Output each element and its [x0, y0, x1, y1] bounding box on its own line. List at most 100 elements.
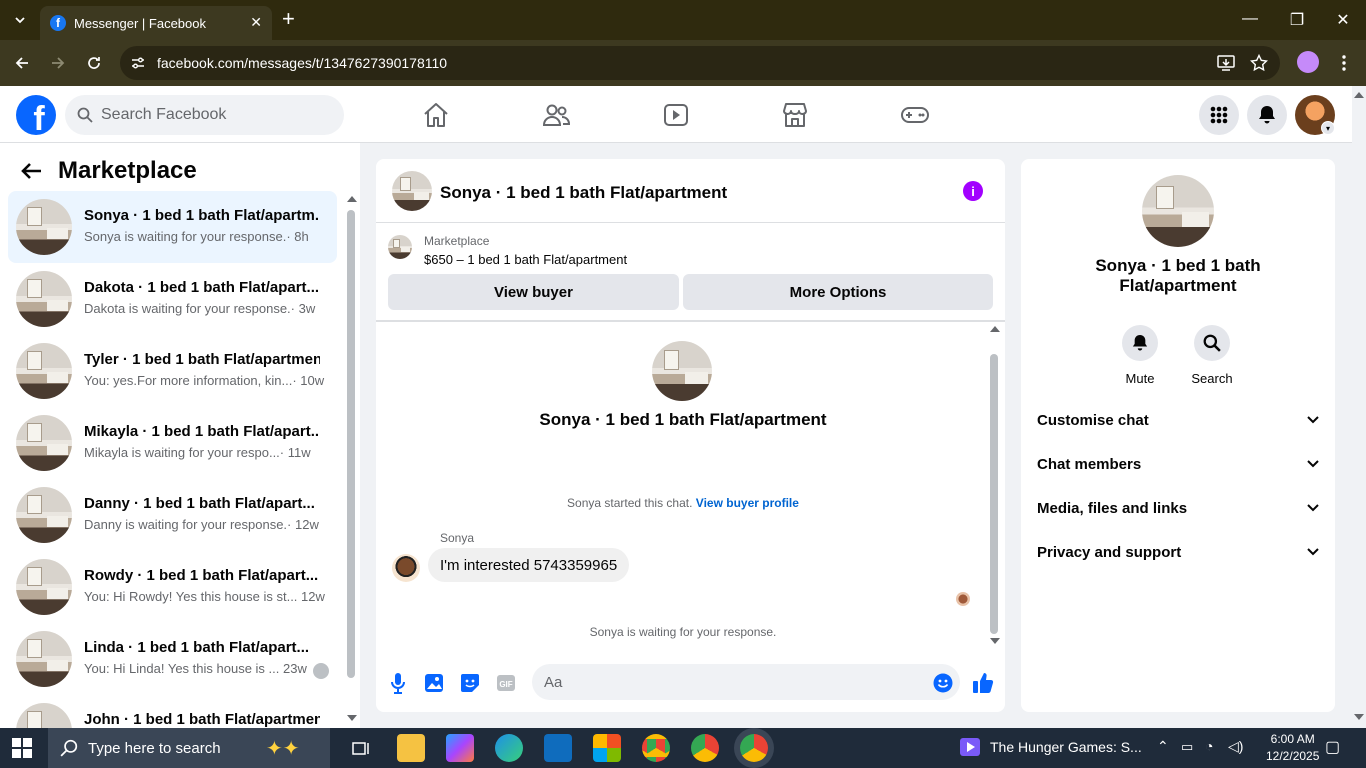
task-view-icon[interactable] [347, 734, 375, 762]
video-icon[interactable] [661, 100, 691, 130]
chat-members-row[interactable]: Chat members [1037, 442, 1319, 486]
marketplace-title: Marketplace [58, 157, 197, 184]
browser-tab[interactable]: f Messenger | Facebook ✕ [40, 6, 272, 40]
mute-button[interactable]: Mute [1110, 325, 1170, 386]
conversation-preview: Mikayla is waiting for your respo... [84, 445, 280, 460]
media-files-links-row[interactable]: Media, files and links [1037, 486, 1319, 530]
back-button[interactable] [11, 52, 33, 74]
facebook-logo-icon[interactable]: f [16, 95, 56, 135]
chat-header: Sonya · 1 bed 1 bath Flat/apartment i [376, 159, 1005, 223]
conversation-item[interactable]: Dakota · 1 bed 1 bath Flat/apart... Dako… [8, 263, 337, 335]
scroll-down-icon[interactable] [1354, 714, 1364, 720]
scroll-down-icon[interactable] [347, 715, 357, 721]
tab-search-button[interactable] [8, 8, 32, 32]
thumbs-up-icon[interactable] [971, 671, 995, 695]
conversation-name: Linda · 1 bed 1 bath Flat/apart... [84, 639, 310, 656]
conversation-item[interactable]: Danny · 1 bed 1 bath Flat/apart... Danny… [8, 479, 337, 551]
menu-grid-button[interactable] [1199, 95, 1239, 135]
conversation-item[interactable]: John · 1 bed 1 bath Flat/apartment [8, 695, 337, 728]
listing-thumbnail [16, 703, 72, 728]
arrow-right-icon [52, 57, 65, 69]
conversation-item[interactable]: Tyler · 1 bed 1 bath Flat/apartment You:… [8, 335, 337, 407]
view-buyer-button[interactable]: View buyer [388, 274, 679, 310]
site-info-icon[interactable] [130, 55, 146, 71]
edge-icon[interactable] [495, 734, 523, 762]
reload-button[interactable] [83, 52, 105, 74]
facebook-favicon-icon: f [50, 15, 66, 31]
info-avatar[interactable] [1142, 175, 1214, 247]
tray-chevron-icon[interactable]: ⌃ [1157, 738, 1169, 755]
scroll-up-icon[interactable] [990, 326, 1000, 332]
outlook-icon[interactable] [544, 734, 572, 762]
scroll-down-icon[interactable] [990, 638, 1000, 644]
gif-icon[interactable]: GIF [494, 671, 518, 695]
sticker-icon[interactable] [458, 671, 482, 695]
taskbar-clock[interactable]: 6:00 AM 12/2/2025 [1266, 731, 1319, 765]
conversation-item[interactable]: Rowdy · 1 bed 1 bath Flat/apart... You: … [8, 551, 337, 623]
conversation-preview: You: Hi Linda! Yes this house is ... [84, 661, 280, 676]
close-window-button[interactable]: ✕ [1333, 10, 1353, 30]
media-player-item[interactable]: The Hunger Games: S... [960, 738, 1142, 756]
marketplace-icon[interactable] [780, 100, 810, 130]
conversation-name: Rowdy · 1 bed 1 bath Flat/apart... [84, 567, 319, 584]
conversation-item[interactable]: Linda · 1 bed 1 bath Flat/apart... You: … [8, 623, 337, 695]
friends-icon[interactable] [541, 100, 571, 130]
page-scrollbar[interactable] [1352, 86, 1366, 728]
wifi-icon[interactable]: ◔ [1205, 738, 1213, 754]
copilot-sparkle-icon[interactable]: ✦✦ [266, 736, 300, 761]
volume-icon[interactable]: ◁) [1228, 738, 1243, 755]
chat-title[interactable]: Sonya · 1 bed 1 bath Flat/apartment [440, 183, 727, 203]
browser-profile-icon[interactable] [1297, 51, 1319, 73]
photo-icon[interactable] [422, 671, 446, 695]
info-icon[interactable]: i [963, 181, 983, 201]
chat-avatar[interactable] [392, 171, 432, 211]
forward-button[interactable] [47, 52, 69, 74]
customise-chat-row[interactable]: Customise chat [1037, 398, 1319, 442]
file-explorer-icon[interactable] [397, 734, 425, 762]
more-options-button[interactable]: More Options [683, 274, 993, 310]
notifications-button[interactable] [1247, 95, 1287, 135]
copilot-app-icon[interactable] [446, 734, 474, 762]
restore-button[interactable]: ❐ [1287, 10, 1307, 30]
message-input[interactable] [532, 664, 960, 700]
account-chevron-icon[interactable]: ▾ [1321, 121, 1335, 135]
close-tab-icon[interactable]: ✕ [250, 14, 262, 31]
bookmark-star-icon[interactable] [1248, 52, 1270, 74]
facebook-search-input[interactable] [101, 106, 321, 124]
new-tab-button[interactable]: + [282, 8, 295, 30]
chrome-icon[interactable] [642, 734, 670, 762]
chat-intro-avatar [652, 341, 712, 401]
facebook-search-box[interactable] [65, 95, 344, 135]
back-arrow-icon[interactable] [20, 162, 42, 180]
conversation-list-scrollbar[interactable] [345, 196, 359, 726]
chrome-profile-icon[interactable] [691, 734, 719, 762]
search-conversation-button[interactable]: Search [1182, 325, 1242, 386]
windows-start-icon[interactable] [12, 738, 32, 758]
microphone-icon[interactable] [386, 671, 410, 695]
emoji-icon[interactable] [931, 671, 955, 695]
message-bubble[interactable]: I'm interested 5743359965 [428, 548, 630, 582]
chat-scrollbar[interactable] [988, 324, 1002, 649]
conversation-item[interactable]: Sonya · 1 bed 1 bath Flat/apartm... Sony… [8, 191, 337, 263]
waiting-note: Sonya is waiting for your response. [589, 625, 777, 639]
privacy-support-row[interactable]: Privacy and support [1037, 530, 1319, 574]
minimize-button[interactable]: — [1240, 10, 1260, 28]
address-bar[interactable]: facebook.com/messages/t/1347627390178110 [120, 46, 1280, 80]
chrome-active-icon[interactable] [740, 734, 768, 762]
gaming-icon[interactable] [900, 100, 930, 130]
store-icon[interactable] [593, 734, 621, 762]
info-name: Sonya · 1 bed 1 bath Flat/apartment [1021, 256, 1335, 296]
home-icon[interactable] [421, 100, 451, 130]
battery-icon[interactable]: ▭ [1181, 739, 1193, 755]
conversation-name: Tyler · 1 bed 1 bath Flat/apartment [84, 351, 320, 368]
view-buyer-profile-link[interactable]: View buyer profile [696, 496, 799, 510]
notification-center-icon[interactable]: ▢ [1325, 737, 1340, 757]
scroll-up-icon[interactable] [347, 196, 357, 202]
taskbar-search[interactable]: Type here to search ✦✦ [48, 728, 330, 768]
conversation-item[interactable]: Mikayla · 1 bed 1 bath Flat/apart... Mik… [8, 407, 337, 479]
scroll-up-icon[interactable] [1354, 92, 1364, 98]
install-app-icon[interactable] [1215, 52, 1237, 74]
browser-menu-icon[interactable] [1333, 52, 1355, 74]
chevron-down-icon [1307, 460, 1319, 468]
sender-avatar[interactable] [392, 554, 420, 582]
